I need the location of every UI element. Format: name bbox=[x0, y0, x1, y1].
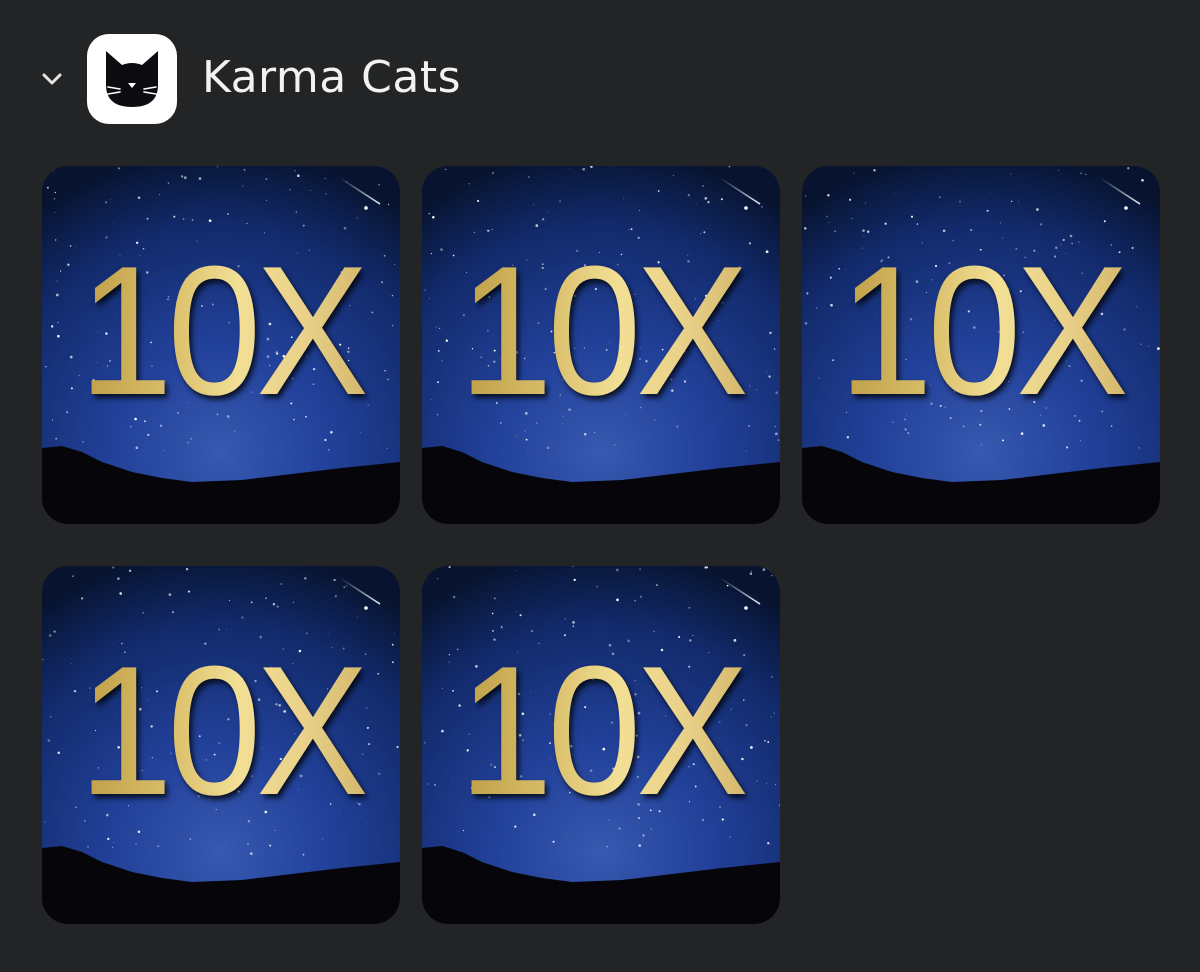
app-tile-10x[interactable]: 10X bbox=[422, 566, 780, 924]
app-tile-10x[interactable]: 10X bbox=[422, 166, 780, 524]
black-cat-icon bbox=[106, 51, 158, 107]
tile-label: 10X bbox=[816, 230, 1145, 430]
app-tile-10x[interactable]: 10X bbox=[42, 566, 400, 924]
group-title: Karma Cats bbox=[202, 52, 462, 103]
tile-label: 10X bbox=[56, 630, 385, 830]
chevron-down-icon[interactable] bbox=[40, 69, 64, 89]
app-tile-10x[interactable]: 10X bbox=[802, 166, 1160, 524]
app-group-header: Karma Cats bbox=[0, 34, 1200, 124]
app-tile-10x[interactable]: 10X bbox=[42, 166, 400, 524]
karma-cats-page: Karma Cats 10X 10X 10X 10X 10X bbox=[0, 0, 1200, 972]
tile-label: 10X bbox=[436, 630, 765, 830]
tile-label: 10X bbox=[56, 230, 385, 430]
karma-cats-app-icon[interactable] bbox=[87, 34, 177, 124]
tile-label: 10X bbox=[436, 230, 765, 430]
